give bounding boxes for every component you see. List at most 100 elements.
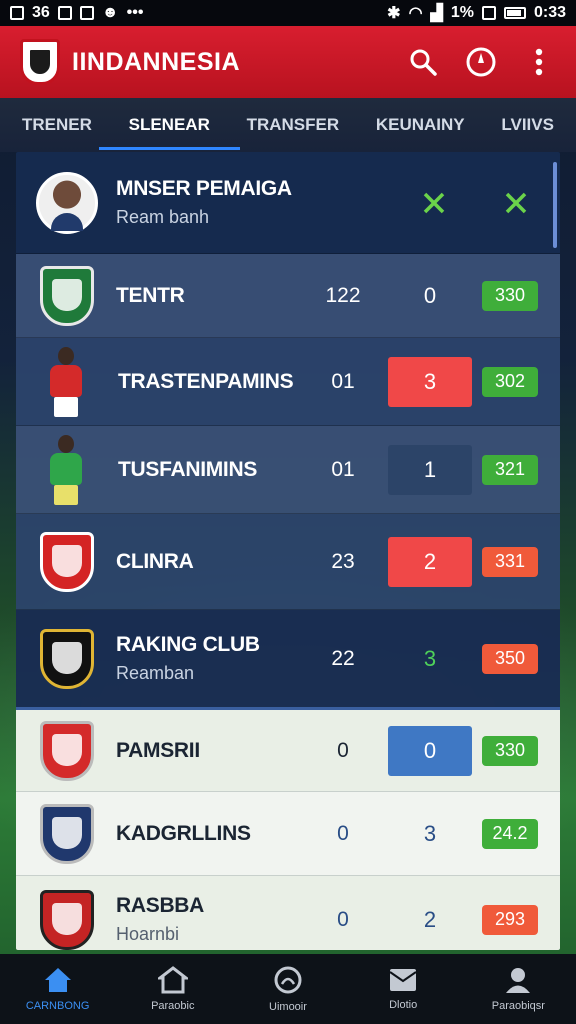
home-icon	[44, 968, 71, 992]
sim-icon	[481, 6, 496, 20]
manager-sub: Ream banh	[116, 207, 210, 227]
inbox-icon	[389, 969, 417, 991]
rating-badge: 293	[482, 904, 538, 935]
rating-badge: 24.2	[482, 818, 538, 849]
club-name-block: TENTR	[116, 284, 316, 308]
club-crest-icon	[40, 803, 94, 864]
tab-trener[interactable]: TRENER	[14, 98, 100, 152]
notification-icon	[57, 6, 72, 20]
tab-lviivs[interactable]: LVIIVS	[493, 98, 562, 152]
club-crest-icon	[40, 720, 94, 781]
stat-a: 0	[337, 821, 349, 845]
image-icon	[10, 6, 24, 20]
club-name: TUSFANIMINS	[118, 457, 258, 481]
wifi-icon: ◠	[408, 5, 423, 22]
stat-b: 2	[388, 536, 472, 587]
table-row[interactable]: TRASTENPAMINS 01 3 302	[16, 338, 560, 426]
club-name-block: TRASTENPAMINS	[118, 370, 316, 394]
avatar	[36, 171, 98, 234]
club-name: TRASTENPAMINS	[118, 369, 294, 393]
status-time: 0:33	[533, 4, 566, 21]
house-icon	[157, 966, 188, 994]
stat-a: 0	[337, 907, 349, 931]
club-name-block: PAMSRII	[116, 739, 316, 763]
nav-item-inbox[interactable]: Dlotio	[348, 967, 458, 1011]
club-name-block: RAKING CLUB Reamban	[116, 633, 316, 684]
stat-b: 0	[423, 282, 437, 308]
nav-item-scout[interactable]: Uimooir	[233, 965, 343, 1013]
cross-icon[interactable]	[496, 183, 536, 223]
club-name: RASBBA	[116, 894, 205, 917]
gallery-icon	[79, 6, 94, 20]
person-icon	[506, 968, 531, 993]
club-name-block: RASBBA Hoarnbi	[116, 894, 316, 945]
club-name: KADGRLLINS	[116, 821, 251, 845]
tab-transfer[interactable]: TRANSFER	[239, 98, 348, 152]
stat-b: 3	[388, 356, 472, 407]
signal-icon: ▟	[430, 5, 443, 22]
stat-b: 2	[423, 906, 437, 932]
battery-percent: 1%	[450, 4, 474, 21]
manager-name: MNSER PEMAIGA	[116, 177, 292, 200]
compass-icon[interactable]	[464, 45, 498, 79]
club-crest-icon	[40, 265, 94, 326]
table-row[interactable]: KADGRLLINS 0 3 24.2	[16, 792, 560, 876]
club-name: PAMSRII	[116, 738, 200, 762]
club-logo-icon	[20, 39, 60, 85]
stat-a: 0	[337, 738, 349, 762]
club-name-block: CLINRA	[116, 550, 316, 574]
stat-b: 3	[423, 645, 437, 671]
club-sub: Reamban	[116, 663, 195, 683]
club-name: RAKING CLUB	[116, 633, 260, 656]
table-row[interactable]: RASBBA Hoarnbi 0 2 293	[16, 876, 560, 950]
table-row[interactable]: TENTR 122 0 330	[16, 254, 560, 338]
player-figure-icon	[42, 434, 90, 505]
dots-icon: •••	[126, 4, 144, 21]
tab-keunainy[interactable]: KEUNAINY	[368, 98, 473, 152]
stat-b: 1	[388, 444, 472, 495]
search-icon[interactable]	[406, 45, 440, 79]
stat-a: 01	[331, 457, 355, 481]
rating-badge: 321	[482, 454, 538, 485]
nav-item-club[interactable]: Paraobic	[118, 966, 228, 1012]
battery-icon	[503, 7, 526, 19]
status-right: ✱ ◠ ▟ 1% 0:33	[387, 3, 566, 23]
bottom-nav: CARNBONG Paraobic Uimooir Dlotio Paraobi…	[0, 954, 576, 1024]
status-left-text: 36	[32, 4, 50, 21]
app-title: IINDANNESIA	[72, 47, 241, 76]
nav-item-home[interactable]: CARNBONG	[3, 966, 113, 1012]
rating-badge: 331	[482, 546, 538, 577]
app-bar: IINDANNESIA	[0, 26, 576, 98]
more-vert-icon[interactable]	[522, 45, 556, 79]
table-row[interactable]: CLINRA 23 2 331	[16, 514, 560, 610]
manager-name-block: MNSER PEMAIGA Ream banh	[116, 177, 414, 228]
club-crest-icon	[40, 531, 94, 592]
club-name: CLINRA	[116, 549, 194, 573]
table-row-selected[interactable]: RAKING CLUB Reamban 22 3 350	[16, 610, 560, 710]
nav-item-profile[interactable]: Paraobiqsr	[463, 966, 573, 1012]
stat-a: 01	[331, 369, 355, 393]
manager-row[interactable]: MNSER PEMAIGA Ream banh	[16, 152, 560, 254]
scrollbar[interactable]	[553, 162, 557, 248]
bluetooth-icon: ✱	[387, 5, 401, 22]
nav-label: CARNBONG	[25, 1000, 90, 1012]
club-name-block: TUSFANIMINS	[118, 458, 316, 482]
player-figure-icon	[42, 346, 90, 417]
stat-a: 22	[331, 646, 355, 670]
nav-label: Paraobiqsr	[491, 1000, 545, 1012]
table-row[interactable]: PAMSRII 0 0 330	[16, 710, 560, 792]
messenger-icon: ☻	[101, 4, 119, 21]
club-name: TENTR	[116, 283, 185, 307]
nav-label: Uimooir	[269, 1001, 307, 1013]
club-crest-icon	[40, 628, 94, 689]
nav-label: Dlotio	[389, 999, 418, 1011]
tab-slenear[interactable]: SLENEAR	[98, 98, 241, 152]
stat-a: 122	[325, 283, 361, 307]
rating-badge: 330	[482, 280, 538, 311]
status-left: 36 ☻ •••	[10, 4, 143, 22]
app-actions	[406, 45, 556, 79]
stat-b: 3	[423, 820, 437, 846]
cross-icon[interactable]	[414, 183, 454, 223]
club-crest-icon	[40, 889, 94, 950]
table-row[interactable]: TUSFANIMINS 01 1 321	[16, 426, 560, 514]
